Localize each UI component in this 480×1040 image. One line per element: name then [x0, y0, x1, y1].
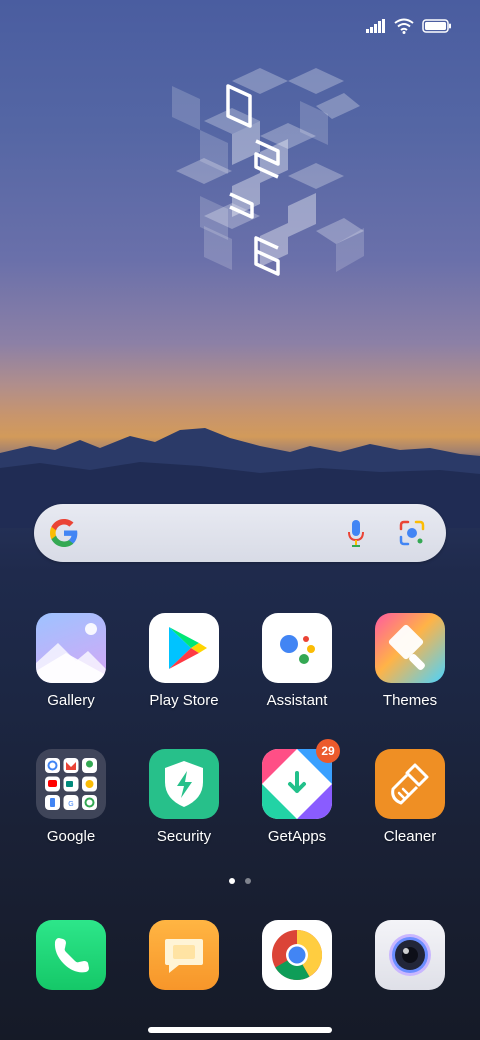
clock-widget	[172, 68, 364, 276]
app-label: Assistant	[266, 692, 328, 709]
dock-camera[interactable]	[355, 920, 465, 990]
google-g-icon	[50, 519, 78, 547]
signal-icon	[366, 19, 385, 33]
messages-icon	[149, 920, 219, 990]
lens-icon[interactable]	[398, 519, 426, 547]
google-folder-icon: G	[36, 749, 106, 819]
app-label: Gallery	[47, 692, 95, 709]
svg-text:G: G	[68, 801, 73, 808]
page-dot-active[interactable]	[229, 878, 235, 884]
chrome-icon	[262, 920, 332, 990]
play-store-icon	[149, 613, 219, 683]
phone-icon	[36, 920, 106, 990]
wifi-icon	[394, 18, 414, 34]
assistant-icon	[262, 613, 332, 683]
app-label: Cleaner	[383, 828, 437, 845]
cleaner-icon	[375, 749, 445, 819]
app-play-store[interactable]: Play Store	[129, 613, 239, 709]
app-label: GetApps	[267, 828, 327, 845]
app-themes[interactable]: Themes	[355, 613, 465, 709]
app-gallery[interactable]: Gallery	[16, 613, 126, 709]
themes-icon	[375, 613, 445, 683]
security-icon	[149, 749, 219, 819]
page-dot[interactable]	[245, 878, 251, 884]
google-search-bar[interactable]	[34, 504, 446, 562]
app-label: Play Store	[149, 692, 219, 709]
app-label: Security	[156, 828, 212, 845]
dock-chrome[interactable]	[242, 920, 352, 990]
app-getapps[interactable]: 29 GetApps	[242, 739, 352, 845]
app-security[interactable]: Security	[129, 749, 239, 845]
app-label: Google	[46, 828, 96, 845]
dock-phone[interactable]	[16, 920, 126, 990]
dock-messages[interactable]	[129, 920, 239, 990]
app-assistant[interactable]: Assistant	[242, 613, 352, 709]
page-indicator	[0, 878, 480, 884]
gallery-icon	[36, 613, 106, 683]
battery-icon	[422, 19, 451, 33]
status-bar	[366, 14, 452, 38]
gesture-nav-bar[interactable]	[148, 1027, 332, 1033]
notification-badge: 29	[316, 739, 340, 763]
camera-icon	[375, 920, 445, 990]
folder-google[interactable]: G Google	[16, 749, 126, 845]
mic-icon[interactable]	[346, 519, 366, 549]
app-label: Themes	[382, 692, 438, 709]
app-cleaner[interactable]: Cleaner	[355, 749, 465, 845]
